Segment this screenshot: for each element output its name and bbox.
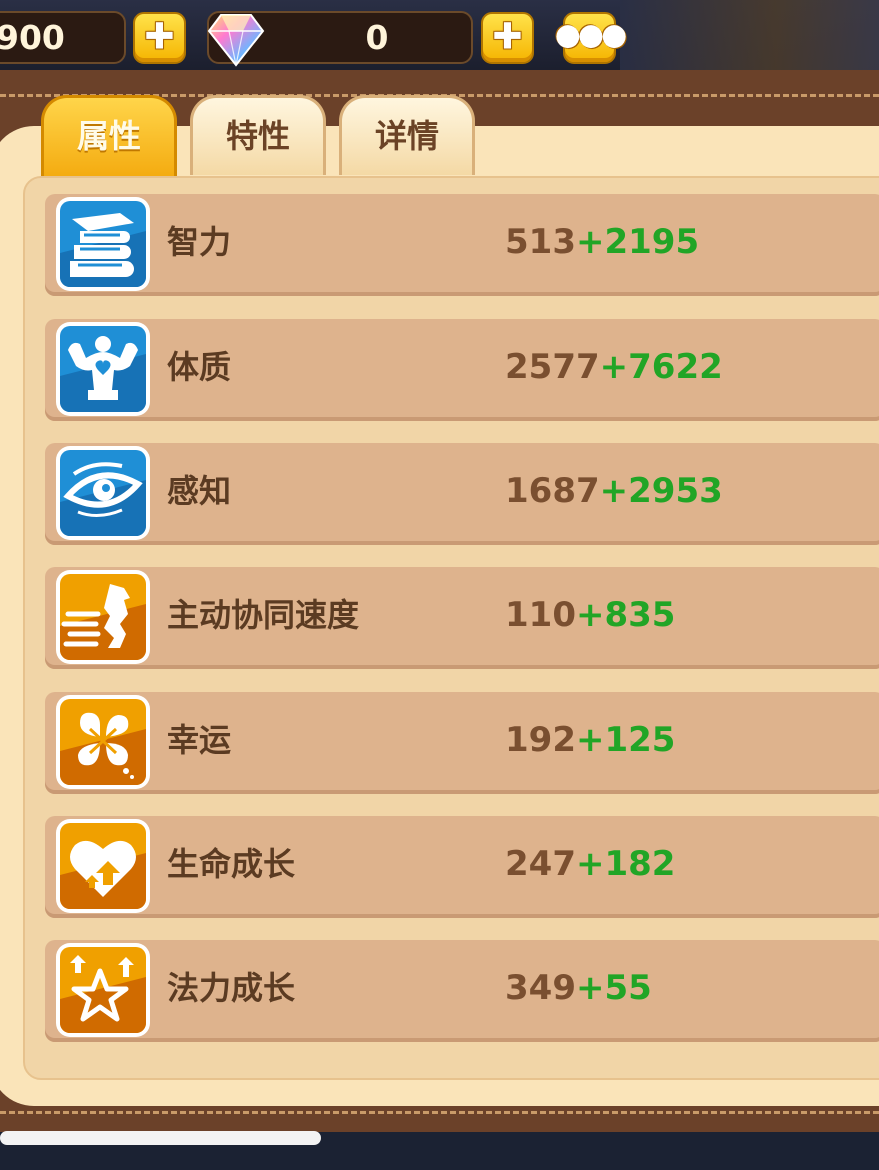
eye-icon [56, 446, 150, 540]
books-icon [56, 197, 150, 291]
add-gem-button[interactable]: ✚ [481, 12, 534, 64]
base-value: 2577 [505, 347, 600, 387]
stat-row-luck: 幸运 192+125 [45, 692, 879, 794]
muscle-icon [56, 322, 150, 416]
bonus-value: +7622 [599, 347, 723, 387]
stat-row-perception: 感知 1687+2953 [45, 443, 879, 545]
tab-traits[interactable]: 特性 [190, 95, 326, 175]
stat-value: 1687+2953 [505, 443, 723, 539]
gold-amount: 900 [0, 18, 65, 57]
gem-amount: 0 [365, 18, 389, 57]
base-value: 192 [505, 720, 576, 760]
star-up-icon [56, 943, 150, 1037]
plus-icon: ✚ [144, 16, 175, 58]
stat-label: 体质 [167, 348, 232, 386]
stat-value: 349+55 [505, 940, 652, 1036]
base-value: 247 [505, 844, 576, 884]
tab-details[interactable]: 详情 [339, 95, 475, 175]
stat-label: 主动协同速度 [167, 596, 360, 634]
more-dots-icon: ●●● [554, 17, 628, 53]
base-value: 110 [505, 595, 576, 635]
clover-icon [56, 695, 150, 789]
stat-label: 幸运 [167, 721, 232, 759]
stat-row-mana-growth: 法力成长 349+55 [45, 940, 879, 1042]
stat-row-intelligence: 智力 513+2195 [45, 194, 879, 296]
more-button[interactable]: ●●● [555, 12, 627, 64]
stat-row-speed: 主动协同速度 110+835 [45, 567, 879, 669]
base-value: 513 [505, 222, 576, 262]
stat-value: 2577+7622 [505, 319, 723, 415]
tab-attributes[interactable]: 属性 [41, 95, 177, 177]
resource-bar: 900 ✚ 0 ✚ ●●● [0, 0, 879, 78]
stat-value: 110+835 [505, 567, 675, 663]
gold-counter: 900 [0, 11, 126, 64]
stat-label: 生命成长 [167, 845, 296, 883]
bonus-value: +2953 [599, 471, 723, 511]
stat-label: 法力成长 [167, 969, 296, 1007]
gem-counter: 0 [207, 11, 473, 67]
bonus-value: +835 [575, 595, 676, 635]
diamond-icon [207, 14, 265, 67]
stat-row-health-growth: 生命成长 247+182 [45, 816, 879, 918]
stat-row-constitution: 体质 2577+7622 [45, 319, 879, 421]
stat-value: 247+182 [505, 816, 675, 912]
add-gold-button[interactable]: ✚ [133, 12, 186, 64]
bonus-value: +2195 [575, 222, 700, 262]
background-art [620, 0, 879, 78]
stat-label: 智力 [167, 223, 232, 261]
stat-label: 感知 [167, 472, 232, 510]
home-indicator[interactable] [0, 1131, 321, 1145]
stat-value: 192+125 [505, 692, 675, 788]
stat-value: 513+2195 [505, 194, 699, 290]
bonus-value: +182 [575, 844, 676, 884]
bonus-value: +125 [575, 720, 676, 760]
plus-icon: ✚ [492, 16, 523, 58]
base-value: 349 [505, 968, 576, 1008]
base-value: 1687 [505, 471, 600, 511]
bonus-value: +55 [575, 968, 652, 1008]
heart-up-icon [56, 819, 150, 913]
stitch-divider [0, 1111, 879, 1114]
speed-icon [56, 570, 150, 664]
